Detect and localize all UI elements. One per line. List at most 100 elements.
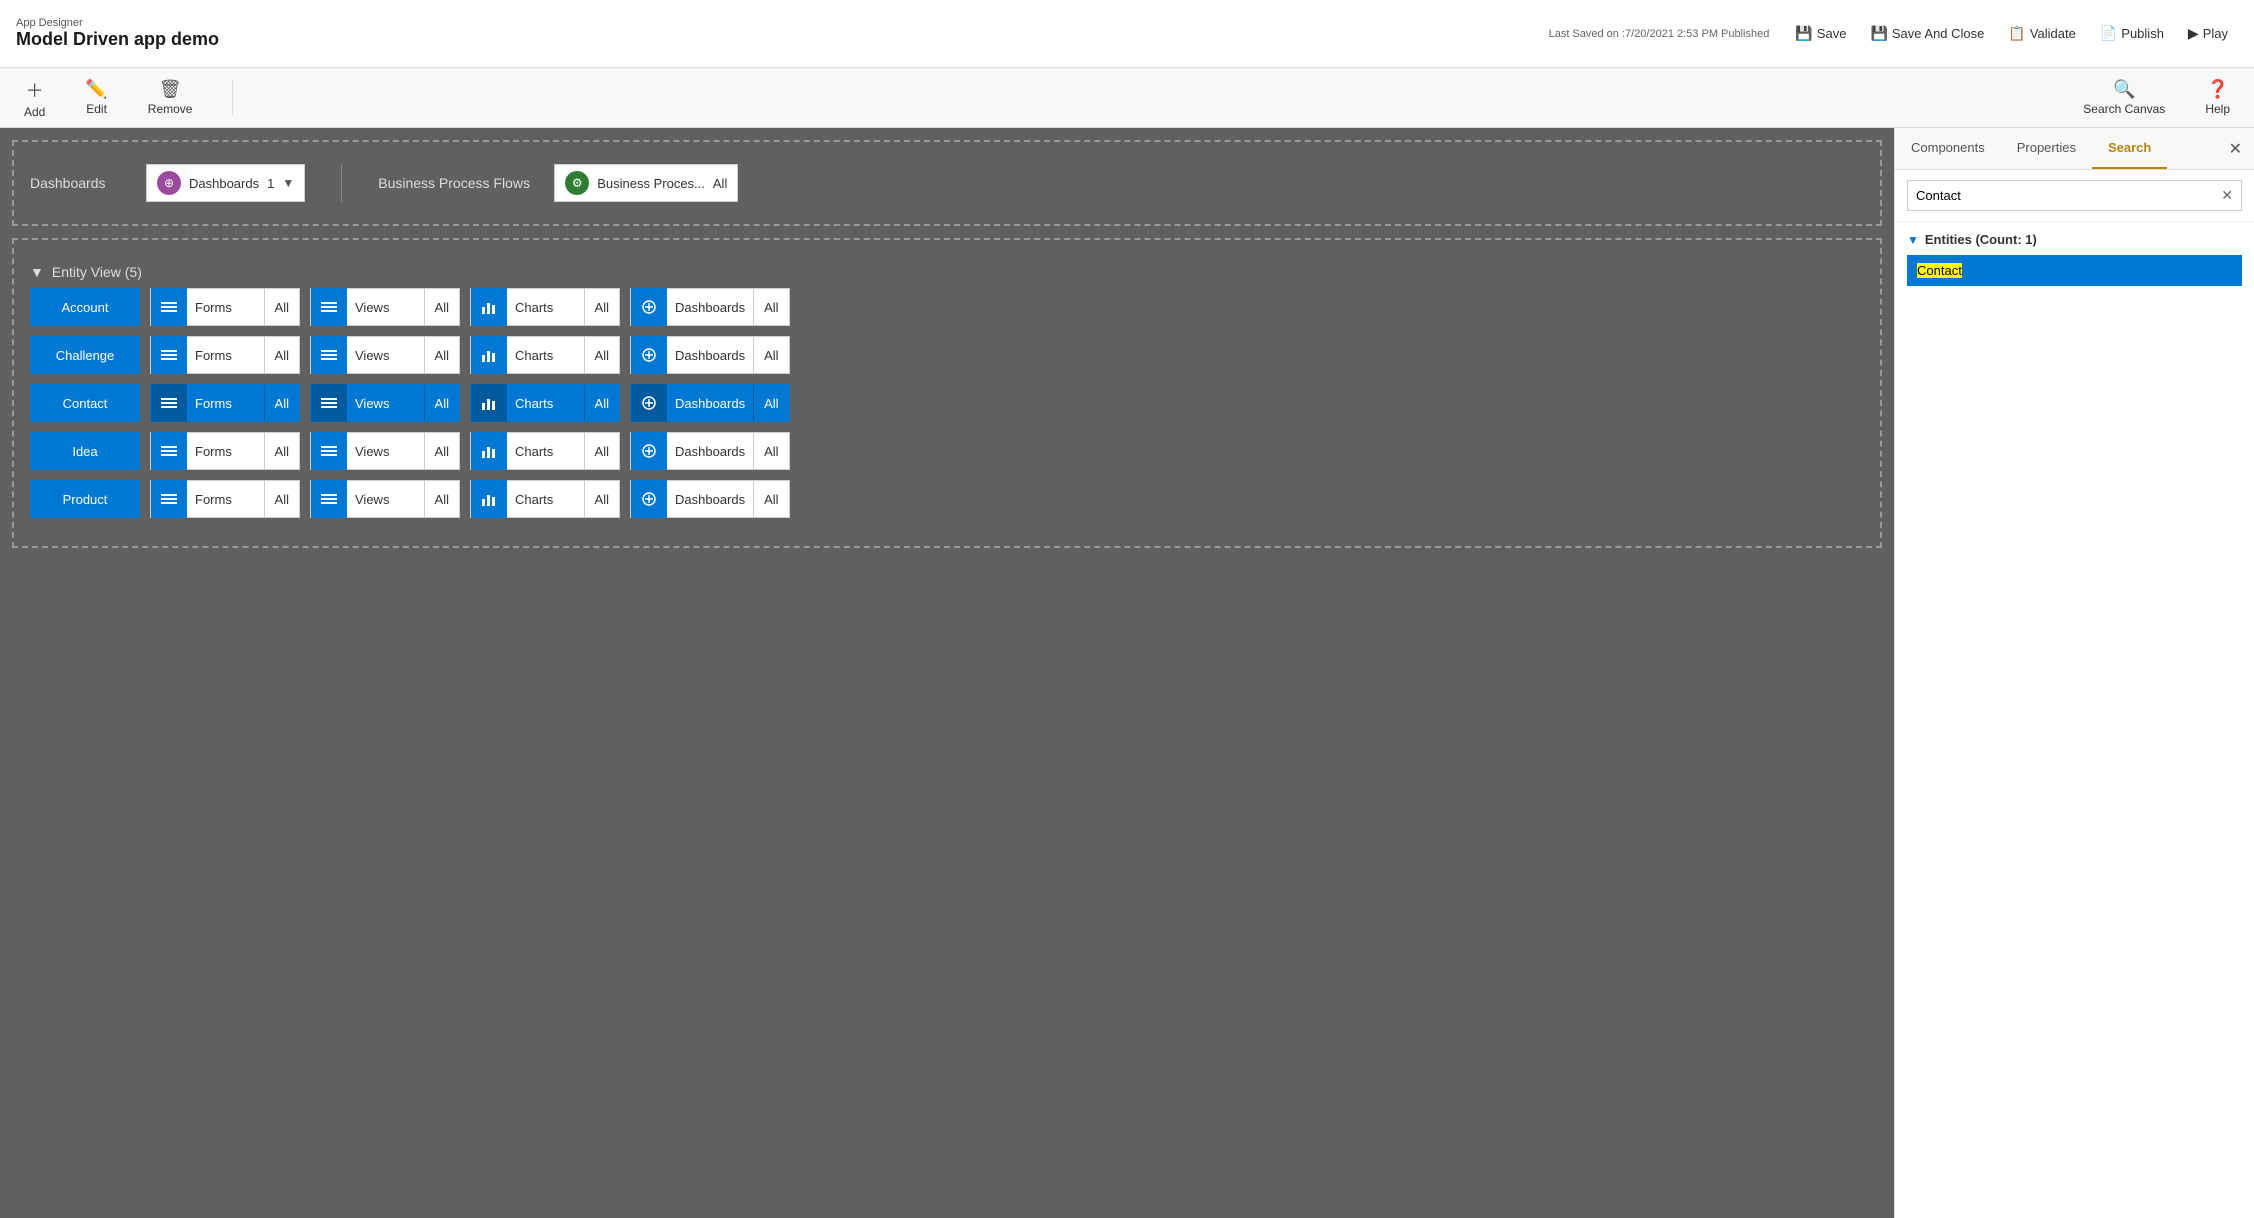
component-pill-badge: All bbox=[424, 289, 459, 325]
component-pill-account-charts[interactable]: ChartsAll bbox=[470, 288, 620, 326]
entity-name-contact[interactable]: Contact bbox=[30, 384, 140, 422]
dashboards-group-icon: ⊕ bbox=[157, 171, 181, 195]
search-canvas-item[interactable]: 🔍 Search Canvas bbox=[2075, 75, 2173, 120]
component-pill-account-forms[interactable]: FormsAll bbox=[150, 288, 300, 326]
component-pill-icon bbox=[311, 432, 347, 470]
save-button[interactable]: 💾 Save bbox=[1785, 21, 1856, 46]
publish-label: Publish bbox=[2121, 26, 2164, 41]
bpf-group-button[interactable]: ⚙ Business Proces... All bbox=[554, 164, 738, 202]
entity-view-title: Entity View (5) bbox=[52, 264, 142, 280]
component-pill-challenge-forms[interactable]: FormsAll bbox=[150, 336, 300, 374]
component-pill-badge: All bbox=[753, 289, 788, 325]
component-pill-account-dashboards[interactable]: DashboardsAll bbox=[630, 288, 790, 326]
entity-result-highlight: Contact bbox=[1917, 263, 1962, 278]
component-pill-product-views[interactable]: ViewsAll bbox=[310, 480, 460, 518]
component-pill-label: Charts bbox=[507, 300, 584, 315]
component-pill-badge: All bbox=[424, 385, 459, 421]
dashboards-group-button[interactable]: ⊕ Dashboards 1 ▼ bbox=[146, 164, 305, 202]
search-input-wrapper: ✕ bbox=[1907, 180, 2242, 211]
component-pill-label: Dashboards bbox=[667, 300, 753, 315]
component-pill-challenge-views[interactable]: ViewsAll bbox=[310, 336, 460, 374]
remove-toolbar-item[interactable]: 🗑 Remove bbox=[140, 75, 201, 120]
component-pill-icon bbox=[471, 288, 507, 326]
component-pill-product-charts[interactable]: ChartsAll bbox=[470, 480, 620, 518]
component-pill-idea-views[interactable]: ViewsAll bbox=[310, 432, 460, 470]
publish-button[interactable]: 📄 Publish bbox=[2090, 21, 2174, 46]
entity-view-toggle-icon[interactable]: ▼ bbox=[30, 264, 44, 280]
component-pill-label: Forms bbox=[187, 348, 264, 363]
entities-section-header[interactable]: ▼ Entities (Count: 1) bbox=[1907, 232, 2242, 247]
search-input[interactable] bbox=[1916, 188, 2221, 203]
component-pill-label: Forms bbox=[187, 444, 264, 459]
component-pill-idea-forms[interactable]: FormsAll bbox=[150, 432, 300, 470]
component-pill-icon bbox=[311, 384, 347, 422]
component-pill-badge: All bbox=[584, 385, 619, 421]
entity-row: Idea FormsAll ViewsAll ChartsAll DashboardsA… bbox=[30, 432, 1864, 470]
component-pill-idea-dashboards[interactable]: DashboardsAll bbox=[630, 432, 790, 470]
panel-tabs: Components Properties Search ✕ bbox=[1895, 128, 2254, 170]
panel-close-button[interactable]: ✕ bbox=[2217, 131, 2254, 167]
component-pill-label: Charts bbox=[507, 444, 584, 459]
tab-properties[interactable]: Properties bbox=[2001, 128, 2092, 169]
bpf-group-icon: ⚙ bbox=[565, 171, 589, 195]
component-pill-icon bbox=[311, 480, 347, 518]
entity-result-contact[interactable]: Contact bbox=[1907, 255, 2242, 286]
dashboards-section: Dashboards ⊕ Dashboards 1 ▼ Business Pro… bbox=[12, 140, 1882, 226]
component-pill-badge: All bbox=[753, 337, 788, 373]
component-pill-label: Forms bbox=[187, 396, 264, 411]
component-pill-badge: All bbox=[264, 385, 299, 421]
tab-search[interactable]: Search bbox=[2092, 128, 2167, 169]
add-label: Add bbox=[24, 105, 45, 119]
component-pill-icon bbox=[311, 336, 347, 374]
edit-icon: ✏️ bbox=[85, 79, 107, 100]
entity-view-header: ▼ Entity View (5) bbox=[30, 254, 1864, 284]
component-pill-label: Dashboards bbox=[667, 396, 753, 411]
last-saved-label: Last Saved on :7/20/2021 2:53 PM Publish… bbox=[1549, 28, 1770, 40]
component-pill-icon bbox=[631, 384, 667, 422]
component-pill-account-views[interactable]: ViewsAll bbox=[310, 288, 460, 326]
save-close-icon: 💾 bbox=[1870, 25, 1887, 42]
search-clear-icon[interactable]: ✕ bbox=[2221, 187, 2233, 204]
main-container: Dashboards ⊕ Dashboards 1 ▼ Business Pro… bbox=[0, 128, 2254, 1218]
right-panel: Components Properties Search ✕ ✕ ▼ Entit… bbox=[1894, 128, 2254, 1218]
main-toolbar: ＋ Add ✏️ Edit 🗑 Remove 🔍 Search Canvas ❓… bbox=[0, 68, 2254, 128]
component-pill-challenge-charts[interactable]: ChartsAll bbox=[470, 336, 620, 374]
validate-button[interactable]: 📋 Validate bbox=[1998, 21, 2085, 46]
play-button[interactable]: ▶ Play bbox=[2178, 21, 2238, 46]
component-pill-label: Forms bbox=[187, 300, 264, 315]
component-pill-label: Dashboards bbox=[667, 444, 753, 459]
save-and-close-button[interactable]: 💾 Save And Close bbox=[1860, 21, 1994, 46]
component-pill-badge: All bbox=[424, 337, 459, 373]
dashboards-row: Dashboards ⊕ Dashboards 1 ▼ Business Pro… bbox=[30, 156, 1864, 210]
help-item[interactable]: ❓ Help bbox=[2197, 75, 2238, 120]
component-pill-contact-dashboards[interactable]: DashboardsAll bbox=[630, 384, 790, 422]
canvas-area[interactable]: Dashboards ⊕ Dashboards 1 ▼ Business Pro… bbox=[0, 128, 1894, 1218]
entity-name-product[interactable]: Product bbox=[30, 480, 140, 518]
toolbar-right-area: 🔍 Search Canvas ❓ Help bbox=[2075, 75, 2238, 120]
app-name-title: Model Driven app demo bbox=[16, 29, 219, 50]
entity-name-challenge[interactable]: Challenge bbox=[30, 336, 140, 374]
tab-components[interactable]: Components bbox=[1895, 128, 2001, 169]
entity-row: Product FormsAll ViewsAll ChartsAll Dashboar… bbox=[30, 480, 1864, 518]
component-pill-contact-forms[interactable]: FormsAll bbox=[150, 384, 300, 422]
add-toolbar-item[interactable]: ＋ Add bbox=[16, 73, 53, 123]
play-icon: ▶ bbox=[2188, 25, 2199, 42]
app-type-label: App Designer bbox=[16, 17, 219, 29]
component-pill-contact-views[interactable]: ViewsAll bbox=[310, 384, 460, 422]
edit-toolbar-item[interactable]: ✏️ Edit bbox=[77, 75, 115, 120]
entity-name-idea[interactable]: Idea bbox=[30, 432, 140, 470]
component-pill-label: Views bbox=[347, 396, 424, 411]
component-pill-product-forms[interactable]: FormsAll bbox=[150, 480, 300, 518]
dashboards-section-label: Dashboards bbox=[30, 175, 130, 191]
component-pill-contact-charts[interactable]: ChartsAll bbox=[470, 384, 620, 422]
dashboards-group-count: 1 bbox=[267, 176, 274, 191]
component-pill-badge: All bbox=[584, 337, 619, 373]
validate-icon: 📋 bbox=[2008, 25, 2025, 42]
component-pill-icon bbox=[631, 336, 667, 374]
component-pill-icon bbox=[151, 288, 187, 326]
component-pill-challenge-dashboards[interactable]: DashboardsAll bbox=[630, 336, 790, 374]
entity-name-account[interactable]: Account bbox=[30, 288, 140, 326]
dashboards-group-label: Dashboards bbox=[189, 176, 259, 191]
component-pill-idea-charts[interactable]: ChartsAll bbox=[470, 432, 620, 470]
component-pill-product-dashboards[interactable]: DashboardsAll bbox=[630, 480, 790, 518]
